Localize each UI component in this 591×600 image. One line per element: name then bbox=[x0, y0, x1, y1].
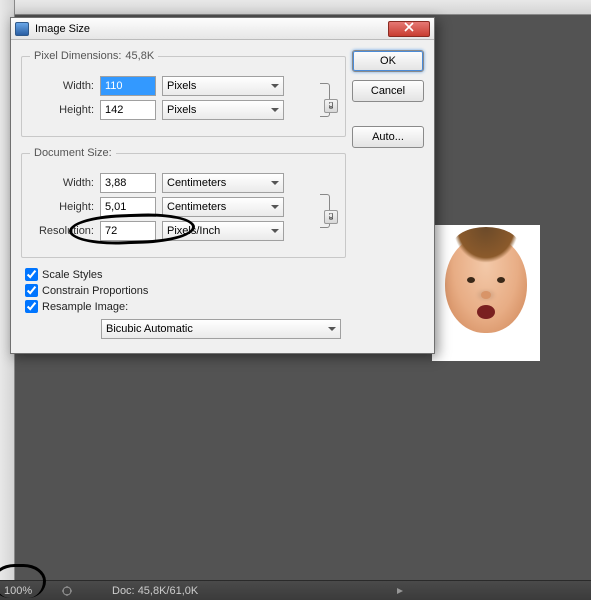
image-size-dialog: Image Size Pixel Dimensions: 45,8K Width… bbox=[10, 17, 435, 354]
scale-styles-label: Scale Styles bbox=[42, 269, 103, 281]
app-icon bbox=[15, 22, 29, 36]
px-height-input[interactable] bbox=[100, 100, 156, 120]
doc-size-value: 45,8K/61,0K bbox=[138, 585, 199, 597]
doc-link-bracket bbox=[313, 173, 337, 245]
doc-width-input[interactable] bbox=[100, 173, 156, 193]
pixel-dimensions-legend: Pixel Dimensions: bbox=[34, 50, 121, 62]
px-width-unit[interactable]: Pixels bbox=[162, 76, 284, 96]
chain-icon[interactable] bbox=[324, 99, 338, 113]
document-canvas[interactable] bbox=[432, 225, 540, 361]
doc-width-label: Width: bbox=[30, 177, 100, 189]
dialog-titlebar[interactable]: Image Size bbox=[11, 18, 434, 40]
constrain-label: Constrain Proportions bbox=[42, 285, 148, 297]
zoom-level[interactable]: 100% bbox=[4, 585, 50, 597]
resample-method-select[interactable]: Bicubic Automatic bbox=[101, 319, 341, 339]
document-size-legend: Document Size: bbox=[30, 147, 116, 159]
doc-height-input[interactable] bbox=[100, 197, 156, 217]
pixel-dimensions-size: 45,8K bbox=[125, 50, 154, 62]
document-size-group: Document Size: Width: Centimeters Height… bbox=[21, 147, 346, 258]
auto-button[interactable]: Auto... bbox=[352, 126, 424, 148]
status-bar: 100% Doc: 45,8K/61,0K bbox=[0, 580, 591, 600]
resolution-label: Resolution: bbox=[30, 225, 100, 237]
doc-label: Doc: bbox=[112, 585, 135, 597]
scale-styles-check[interactable]: Scale Styles bbox=[25, 268, 346, 281]
doc-width-unit[interactable]: Centimeters bbox=[162, 173, 284, 193]
px-width-label: Width: bbox=[30, 80, 100, 92]
ruler-horizontal[interactable] bbox=[0, 0, 591, 15]
resolution-unit[interactable]: Pixels/Inch bbox=[162, 221, 284, 241]
px-link-bracket bbox=[313, 72, 337, 124]
px-height-label: Height: bbox=[30, 104, 100, 116]
ok-button[interactable]: OK bbox=[352, 50, 424, 72]
doc-height-unit[interactable]: Centimeters bbox=[162, 197, 284, 217]
baby-face-image bbox=[445, 235, 527, 333]
flyout-icon[interactable] bbox=[393, 584, 407, 598]
doc-height-label: Height: bbox=[30, 201, 100, 213]
px-width-input[interactable] bbox=[100, 76, 156, 96]
constrain-proportions-check[interactable]: Constrain Proportions bbox=[25, 284, 346, 297]
cancel-button[interactable]: Cancel bbox=[352, 80, 424, 102]
resample-label: Resample Image: bbox=[42, 301, 128, 313]
exposure-icon[interactable] bbox=[60, 584, 74, 598]
dialog-title: Image Size bbox=[35, 23, 388, 35]
px-height-unit[interactable]: Pixels bbox=[162, 100, 284, 120]
resolution-input[interactable] bbox=[100, 221, 156, 241]
close-icon bbox=[404, 22, 414, 32]
pixel-dimensions-group: Pixel Dimensions: 45,8K Width: Pixels He… bbox=[21, 50, 346, 137]
close-button[interactable] bbox=[388, 21, 430, 37]
chain-icon[interactable] bbox=[324, 210, 338, 224]
resample-image-check[interactable]: Resample Image: bbox=[25, 300, 346, 313]
